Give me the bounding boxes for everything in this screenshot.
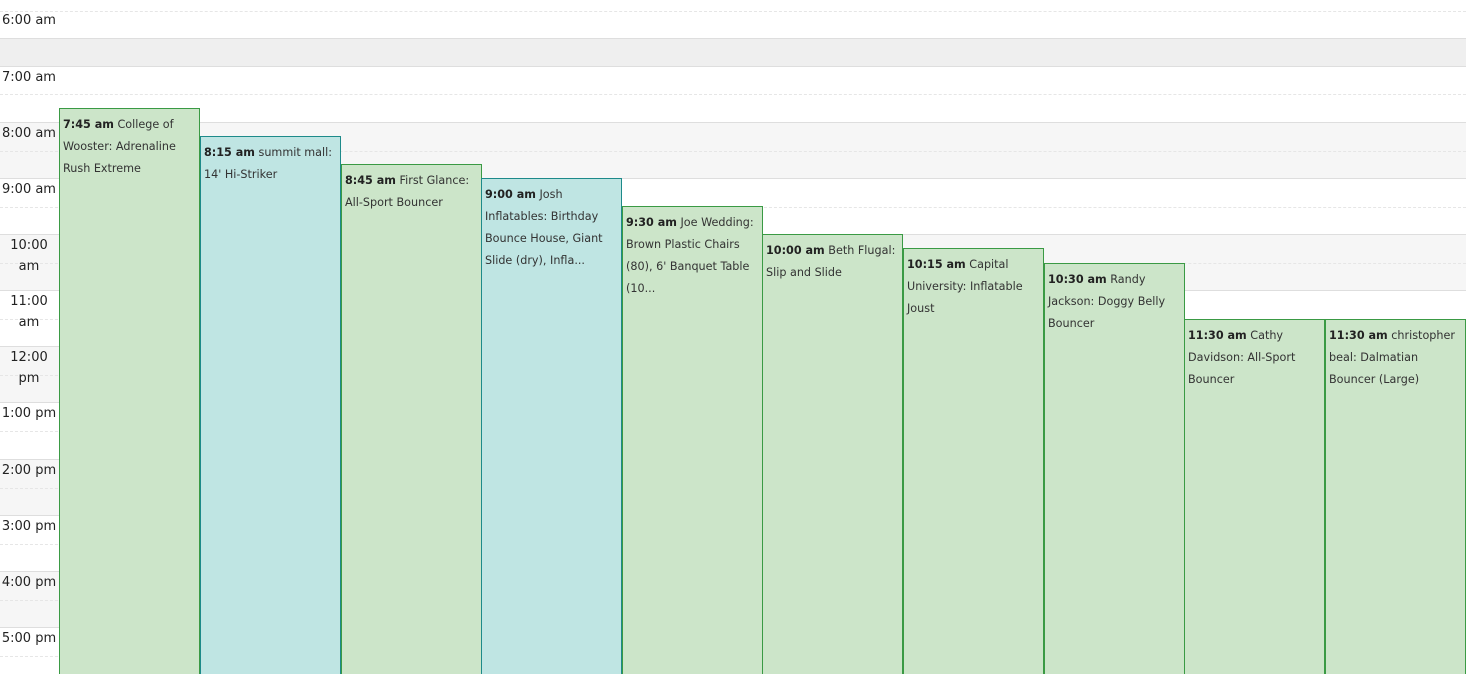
time-label: 5:00 pm bbox=[1, 631, 57, 646]
event-time: 10:00 am bbox=[766, 244, 825, 257]
calendar-event[interactable]: 9:00 am Josh Inflatables: Birthday Bounc… bbox=[481, 178, 622, 674]
time-label: 3:00 pm bbox=[1, 519, 57, 534]
time-label: 10:00 am bbox=[10, 238, 48, 274]
time-label: 2:00 pm bbox=[1, 463, 57, 478]
time-label: 7:00 am bbox=[2, 70, 56, 85]
event-time: 11:30 am bbox=[1329, 329, 1388, 342]
calendar-event[interactable]: 11:30 am Cathy Davidson: All-Sport Bounc… bbox=[1184, 319, 1325, 674]
time-label: 12:00 pm bbox=[10, 350, 48, 386]
time-slot: 7:00 am bbox=[0, 66, 1466, 122]
calendar-event[interactable]: 10:00 am Beth Flugal: Slip and Slide bbox=[762, 234, 903, 674]
event-time: 9:00 am bbox=[485, 188, 536, 201]
event-time: 8:45 am bbox=[345, 174, 396, 187]
time-label: 11:00 am bbox=[10, 294, 48, 330]
time-slot: 6:00 am bbox=[0, 0, 1466, 38]
calendar-event[interactable]: 10:15 am Capital University: Inflatable … bbox=[903, 248, 1044, 674]
calendar-event[interactable]: 8:45 am First Glance: All-Sport Bouncer bbox=[341, 164, 482, 674]
time-label: 9:00 am bbox=[2, 182, 56, 197]
event-time: 7:45 am bbox=[63, 118, 114, 131]
calendar-event[interactable]: 10:30 am Randy Jackson: Doggy Belly Boun… bbox=[1044, 263, 1185, 674]
event-time: 8:15 am bbox=[204, 146, 255, 159]
time-slot bbox=[0, 38, 1466, 66]
event-time: 9:30 am bbox=[626, 216, 677, 229]
calendar-event[interactable]: 11:30 am christopher beal: Dalmatian Bou… bbox=[1325, 319, 1466, 674]
calendar-event[interactable]: 8:15 am summit mall: 14' Hi-Striker bbox=[200, 136, 341, 674]
time-label: 1:00 pm bbox=[1, 406, 57, 421]
calendar-event[interactable]: 7:45 am College of Wooster: Adrenaline R… bbox=[59, 108, 200, 674]
time-label: 8:00 am bbox=[2, 126, 56, 141]
time-label: 6:00 am bbox=[2, 13, 56, 28]
time-label: 4:00 pm bbox=[1, 575, 57, 590]
half-hour-line bbox=[0, 94, 1466, 95]
event-time: 10:30 am bbox=[1048, 273, 1107, 286]
half-hour-line bbox=[0, 11, 1466, 12]
event-time: 10:15 am bbox=[907, 258, 966, 271]
calendar-event[interactable]: 9:30 am Joe Wedding: Brown Plastic Chair… bbox=[622, 206, 763, 674]
day-calendar: 6:00 am 7:00 am 8:00 am 9:00 am 10:00 am… bbox=[0, 0, 1466, 674]
event-time: 11:30 am bbox=[1188, 329, 1247, 342]
